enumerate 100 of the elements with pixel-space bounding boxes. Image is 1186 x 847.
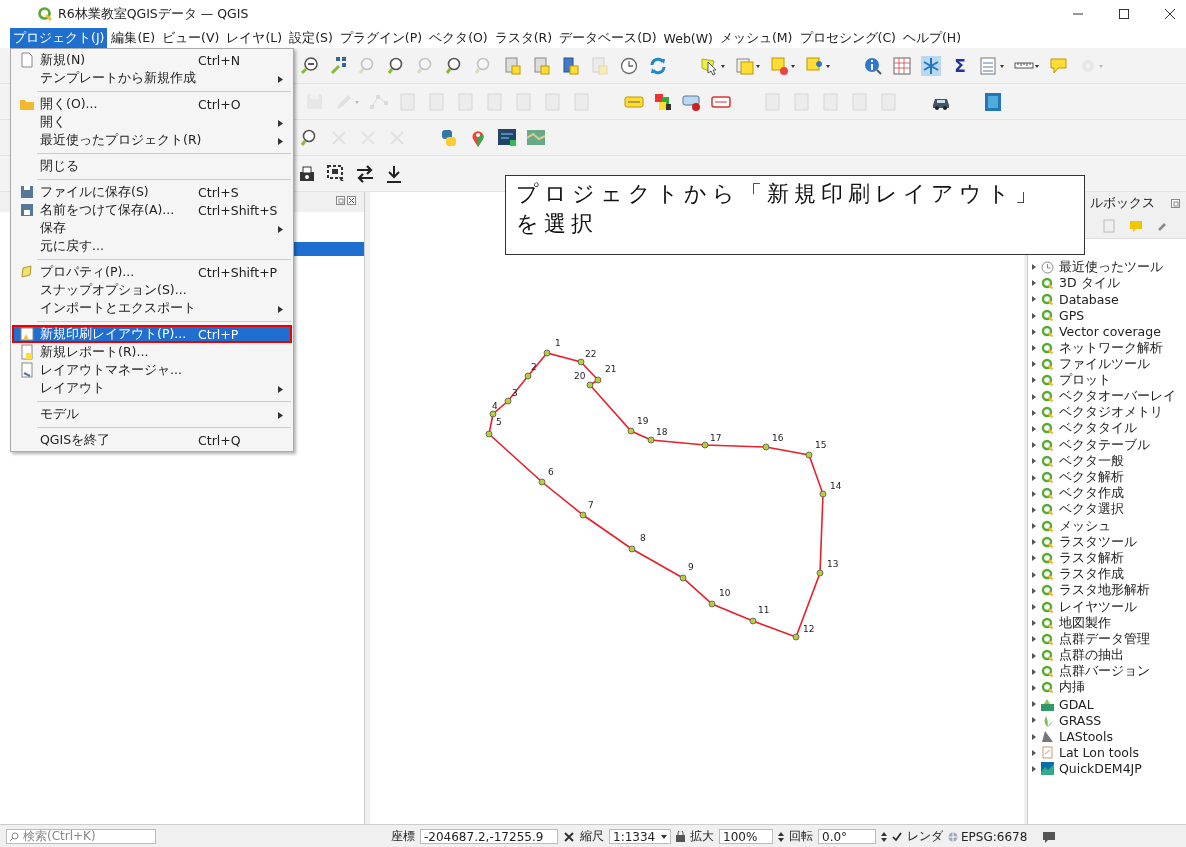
scale-dropdown[interactable]: 1:1334 [609,829,671,844]
expand-arrow-icon[interactable] [1032,328,1036,335]
toolbox-group[interactable]: Lat Lon tools [1059,745,1139,761]
layer-tile-icon[interactable] [503,55,523,76]
wrench-icon[interactable] [1157,220,1169,232]
toolbox-group[interactable]: ラスタツール [1059,533,1137,551]
expand-arrow-icon[interactable] [1032,474,1036,481]
menu-item[interactable]: 開く(O)... Ctrl+O [12,95,292,113]
maximize-icon[interactable] [1118,8,1130,20]
toolbox-group[interactable]: レイヤツール [1059,598,1137,616]
menu-item[interactable]: 名前をつけて保存(A)... Ctrl+Shift+S [12,201,292,219]
toolbox-group[interactable]: Database [1059,291,1119,307]
colored-blocks-icon[interactable] [653,91,673,112]
toolbox-group[interactable]: ベクタオーバーレイ [1059,388,1176,406]
expand-arrow-icon[interactable] [1032,409,1036,416]
layer-tile-icon[interactable] [532,55,552,76]
xml-plus-icon[interactable] [497,127,517,148]
close-icon[interactable] [347,196,356,205]
toolbox-group[interactable]: ネットワーク解析 [1059,339,1163,357]
close-icon[interactable] [1164,8,1176,20]
toolbox-group[interactable]: 内挿 [1059,679,1085,697]
menu-item[interactable]: レイアウト [12,379,292,397]
menu-item[interactable]: データベース(D) [556,27,660,49]
float-icon[interactable] [1171,198,1180,208]
menu-item[interactable]: プロジェクト(J) [10,27,108,49]
menu-item[interactable]: ビュー(V) [159,27,223,49]
magnifier-field[interactable]: 100% [719,829,773,844]
search-field[interactable]: 検索(Ctrl+K) [6,829,156,844]
expand-arrow-icon[interactable] [1032,425,1036,432]
select-rectangle-icon[interactable] [326,163,346,184]
menu-item[interactable]: モデル [12,405,292,423]
crs-button[interactable]: EPSG:6678 [961,829,1028,844]
select-dropdown-icon[interactable] [700,55,726,76]
zoom-out-icon[interactable] [300,55,320,76]
toolbox-group[interactable]: プロット [1059,371,1111,389]
toolbox-group[interactable]: ベクタ解析 [1059,469,1124,487]
toolbox-group[interactable]: Vector coverage [1059,324,1161,340]
lock-icon[interactable] [676,831,685,842]
toolbox-group[interactable]: GDAL [1059,696,1094,712]
layer-tile-icon[interactable] [561,55,581,76]
expand-arrow-icon[interactable] [1032,264,1036,271]
clock-icon[interactable] [619,55,639,76]
menu-item[interactable]: プロパティ(P)... Ctrl+Shift+P [12,263,292,281]
toolbox-group[interactable]: ベクタ作成 [1059,485,1124,503]
menu-item[interactable]: 開く [12,113,292,131]
menu-item[interactable]: 新規(N) Ctrl+N [12,51,292,69]
toolbox-group[interactable]: ベクタタイル [1059,420,1137,438]
toolbox-group[interactable]: ラスタ地形解析 [1059,582,1150,600]
expand-arrow-icon[interactable] [1032,749,1036,756]
expand-arrow-icon[interactable] [1032,361,1036,368]
expand-arrow-icon[interactable] [1032,312,1036,319]
menu-item[interactable]: 設定(S) [286,27,336,49]
menu-item[interactable]: 元に戻す... [12,237,292,255]
toolbox-group[interactable]: 点群バージョン [1059,663,1150,681]
messages-icon[interactable] [1042,830,1057,843]
expand-arrow-icon[interactable] [1032,717,1036,724]
layer-delete-dropdown-icon[interactable] [770,55,796,76]
help-icon[interactable] [983,91,1003,112]
toolbox-group[interactable]: 点群の抽出 [1059,647,1124,665]
python-icon[interactable] [439,127,459,148]
layer-tile-icon[interactable] [590,55,610,76]
download-icon[interactable] [384,163,404,184]
expand-arrow-icon[interactable] [1032,280,1036,287]
toolbox-group[interactable]: 最近使ったツール [1059,258,1163,276]
expand-arrow-icon[interactable] [1032,296,1036,303]
render-checkbox[interactable] [892,831,902,842]
toolbox-group[interactable]: メッシュ [1059,517,1111,535]
menu-item[interactable]: レイヤ(L) [223,27,286,49]
rotation-field[interactable]: 0.0° [818,829,876,844]
toolbox-group[interactable]: ベクタ一般 [1059,452,1124,470]
expand-arrow-icon[interactable] [1032,765,1036,772]
expand-arrow-icon[interactable] [1032,523,1036,530]
expand-arrow-icon[interactable] [1032,684,1036,691]
spin-arrows-icon[interactable] [881,831,887,842]
menu-item[interactable]: 編集(E) [108,27,159,49]
expand-arrow-icon[interactable] [1032,458,1036,465]
expand-arrow-icon[interactable] [1032,539,1036,546]
coordinate-field[interactable]: -204687.2,-17255.9 [420,829,558,844]
menu-item[interactable]: ベクタ(O) [426,27,491,49]
expand-arrow-icon[interactable] [1032,345,1036,352]
menu-item[interactable]: ヘルプ(H) [900,27,965,49]
float-icon[interactable] [336,196,345,205]
toolbox-group[interactable]: 地図製作 [1059,614,1111,632]
expand-arrow-icon[interactable] [1032,620,1036,627]
statistics-button[interactable]: Σ [950,55,970,76]
expand-arrow-icon[interactable] [1032,652,1036,659]
menu-item[interactable]: インポートとエクスポート [12,299,292,317]
menu-item[interactable]: スナップオプション(S)... [12,281,292,299]
calculator-icon[interactable] [892,55,912,76]
expand-arrow-icon[interactable] [1032,490,1036,497]
snowflake-icon[interactable] [921,55,941,76]
toolbox-group[interactable]: ラスタ解析 [1059,549,1124,567]
toolbox-group[interactable]: ファイルツール [1059,355,1150,373]
menu-item[interactable]: ラスタ(R) [491,27,556,49]
menu-item[interactable]: 保存 [12,219,292,237]
refresh-icon[interactable] [648,55,668,76]
zoom-full-icon[interactable] [329,55,349,76]
toolbox-group[interactable]: ベクタ選択 [1059,501,1124,519]
menu-item[interactable]: 新規レポート(R)... [12,343,292,361]
toolbox-group[interactable]: 3D タイル [1059,274,1120,292]
